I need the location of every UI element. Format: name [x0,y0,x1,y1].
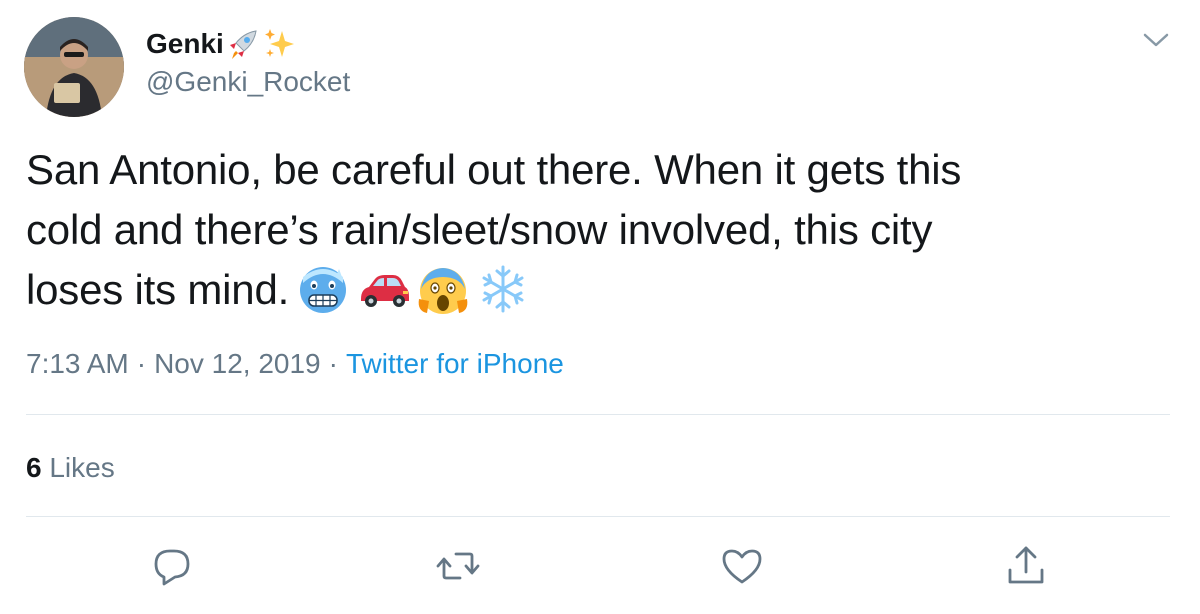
likes-stat[interactable]: 6 Likes [26,452,115,484]
tweet-text-line-end: loses its mind. [26,266,290,313]
tweet-emojis [295,263,531,315]
screaming-face-emoji [418,267,468,314]
chevron-down-icon[interactable] [1142,28,1170,52]
share-icon[interactable] [1004,544,1048,588]
reply-icon[interactable] [150,544,194,588]
retweet-icon[interactable] [436,544,480,588]
author-handle[interactable]: @Genki_Rocket [146,66,350,98]
tweet-source-link[interactable]: Twitter for iPhone [346,348,564,379]
tweet-time[interactable]: 7:13 AM [26,348,129,379]
avatar-photo [24,17,124,117]
tweet-meta: 7:13 AM · Nov 12, 2019 · Twitter for iPhone [26,348,564,380]
like-icon[interactable] [720,544,764,588]
cold-face-emoji [300,266,347,313]
divider [26,516,1170,517]
snowflake-emoji [482,265,524,313]
tweet-text-line: loses its mind. [26,260,1166,320]
rocket-icon [226,27,260,61]
likes-label: Likes [49,452,115,483]
display-name: Genki [146,28,224,59]
avatar[interactable] [24,17,124,117]
tweet-text-line: San Antonio, be careful out there. When … [26,146,962,193]
divider [26,414,1170,415]
likes-count: 6 [26,452,42,483]
meta-separator: · [136,348,147,379]
red-car-emoji [361,274,410,307]
tweet-text: San Antonio, be careful out there. When … [26,140,1166,320]
tweet-date[interactable]: Nov 12, 2019 [154,348,321,379]
tweet-card: Genki @Genki_Rocket San Antonio, be care… [0,0,1200,614]
tweet-text-line: cold and there’s rain/sleet/snow involve… [26,206,933,253]
author-name-row[interactable]: Genki [146,26,296,62]
sparkles-icon [262,27,296,61]
meta-separator: · [328,348,338,379]
